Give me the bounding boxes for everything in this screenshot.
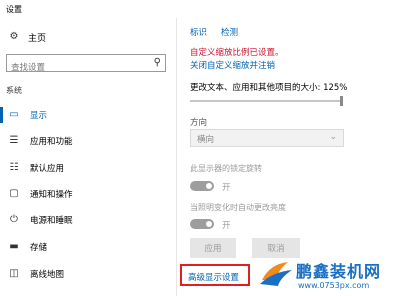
auto-brightness-toggle[interactable] [190,219,214,229]
search-icon[interactable]: ⚲ [154,57,161,68]
slider-track [190,100,340,102]
sidebar-item-label: 电源和睡眠 [30,216,73,226]
orientation-label: 方向 [190,118,208,128]
watermark-logo-icon [260,262,292,286]
sidebar-item-apps-features[interactable]: ☰ 应用和功能 [0,130,176,152]
chevron-down-icon: ⌄ [329,132,337,142]
title-bar: 设置 [0,0,400,20]
auto-brightness-label: 当照明变化时自动更改亮度 [190,203,286,212]
apply-button[interactable]: 应用 [190,238,236,258]
search-box[interactable]: ⚲ [6,54,166,76]
watermark-brand: 鹏鑫装机网 [296,262,382,281]
scale-slider[interactable] [190,96,344,106]
power-icon: ⏻ [10,214,18,225]
scale-label: 更改文本、应用和其他项目的大小: 125% [190,83,348,93]
orientation-value: 横向 [197,135,215,145]
watermark-url: www.0753px.com [298,281,370,290]
advanced-display-settings-link[interactable]: 高级显示设置 [188,271,239,283]
rotation-lock-label: 此显示器的锁定旋转 [190,164,262,173]
rotation-lock-state: 开 [222,183,231,193]
monitor-icon: ▭ [9,109,19,120]
sidebar-item-offline-maps[interactable]: ◫ 离线地图 [0,263,176,285]
map-icon: ◫ [9,268,19,279]
storage-icon: ▬ [9,241,19,252]
identify-link[interactable]: 标识 [190,26,207,38]
window-title: 设置 [6,5,22,14]
sidebar-item-label: 存储 [30,243,48,253]
apps-icon: ☰ [9,135,19,146]
cancel-button[interactable]: 取消 [252,238,300,258]
sidebar-item-label: 显示 [30,111,48,121]
gear-icon: ⚙ [9,31,19,42]
sidebar-item-notifications[interactable]: ▢ 通知和操作 [0,183,176,205]
sidebar-item-display[interactable]: ▭ 显示 [0,104,176,126]
default-apps-icon: ☷ [9,162,19,173]
custom-scale-warning: 自定义缩放比例已设置。 [190,48,284,58]
display-actions: 标识 检测 [190,26,238,38]
turn-off-custom-scaling-link[interactable]: 关闭自定义缩放并注销 [190,59,275,71]
sidebar-item-label: 离线地图 [30,270,65,280]
notifications-icon: ▢ [9,188,19,199]
rotation-lock-toggle[interactable] [190,181,214,191]
slider-thumb[interactable] [340,96,343,106]
home-label: 主页 [28,33,47,44]
sidebar-item-label: 默认应用 [30,164,65,174]
sidebar-item-storage[interactable]: ▬ 存储 [0,236,176,258]
search-input[interactable] [7,60,149,76]
section-label-system: 系统 [6,86,22,95]
sidebar-item-label: 应用和功能 [30,137,73,147]
settings-window: 设置 ⚙ 主页 ⚲ 系统 ▭ 显示 ☰ 应用和功能 ☷ 默认应用 ▢ 通知和操作… [0,0,400,296]
pane-divider [176,18,177,296]
orientation-dropdown[interactable]: 横向 ⌄ [190,129,344,147]
sidebar-item-default-apps[interactable]: ☷ 默认应用 [0,157,176,179]
sidebar-item-label: 通知和操作 [30,190,73,200]
home-nav-item[interactable]: ⚙ 主页 [8,30,47,44]
sidebar-item-power-sleep[interactable]: ⏻ 电源和睡眠 [0,209,176,231]
detect-link[interactable]: 检测 [221,26,238,38]
auto-brightness-state: 开 [222,221,231,231]
